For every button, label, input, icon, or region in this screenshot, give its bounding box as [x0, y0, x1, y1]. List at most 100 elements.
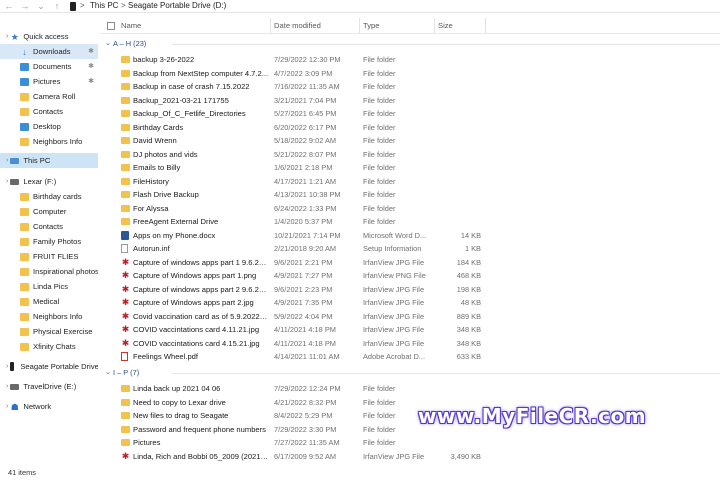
column-date-modified[interactable]: Date modified: [274, 18, 321, 34]
file-row[interactable]: Feelings Wheel.pdf 4/14/2021 11:01 AM Adob…: [100, 350, 720, 364]
file-type: File folder: [363, 122, 396, 132]
file-row[interactable]: Birthday Cards 6/20/2022 6:17 PM File fold…: [100, 121, 720, 135]
sidebar-item-traveldrive[interactable]: › TravelDrive (E:): [0, 379, 98, 394]
file-row[interactable]: FileHistory 4/17/2021 1:21 AM File folder: [100, 175, 720, 189]
file-row[interactable]: David Wrenn 5/18/2022 9:02 AM File folder: [100, 134, 720, 148]
pin-icon[interactable]: ✱: [88, 62, 94, 70]
sidebar-item-seagate[interactable]: › Seagate Portable Drive: [0, 359, 98, 374]
file-type: Setup Information: [363, 244, 422, 253]
file-row[interactable]: Backup in case of crash 7.15.2022 7/16/20…: [100, 80, 720, 94]
recent-locations-chevron-icon[interactable]: ⌄: [34, 0, 48, 13]
file-row[interactable]: Autorun.inf 2/21/2018 9:20 AM Setup Inform…: [100, 242, 720, 256]
sidebar-item-this-pc[interactable]: › This PC: [0, 153, 98, 168]
collapse-chevron-icon[interactable]: ⌄: [105, 367, 111, 379]
sidebar-item-quick-access[interactable]: › ★ Quick access: [0, 29, 98, 44]
file-row[interactable]: ✱ COVID vaccintations card 4.11.21.jpg 4/1…: [100, 323, 720, 337]
up-arrow-icon[interactable]: ↑: [50, 0, 64, 13]
file-date-modified: 4/14/2021 11:01 AM: [274, 352, 340, 361]
sidebar-item-lexar-folder[interactable]: Computer: [0, 204, 98, 219]
column-divider[interactable]: [359, 18, 360, 34]
file-name: COVID vaccintations card 4.15.21.jpg: [133, 338, 260, 348]
group-header-i-p[interactable]: ⌄ I – P (7): [100, 367, 720, 379]
file-row[interactable]: Emails to Billy 1/6/2021 2:18 PM File fold…: [100, 161, 720, 175]
expand-caret-icon[interactable]: ›: [6, 383, 8, 390]
file-type: File folder: [363, 384, 396, 393]
expand-caret-icon[interactable]: ›: [6, 178, 8, 185]
sidebar-item-contacts[interactable]: Contacts: [0, 104, 98, 119]
breadcrumb-current-drive[interactable]: Seagate Portable Drive (D:): [128, 0, 226, 12]
column-name[interactable]: Name: [121, 18, 141, 34]
column-divider[interactable]: [270, 18, 271, 34]
sidebar-item-neighbors-info[interactable]: Neighbors Info: [0, 134, 98, 149]
sidebar-item-label: TravelDrive (E:): [23, 382, 77, 391]
sidebar-item-camera-roll[interactable]: Camera Roll: [0, 89, 98, 104]
sidebar-item-lexar-folder[interactable]: Physical Exercise: [0, 324, 98, 339]
sidebar-item-documents[interactable]: Documents ✱: [0, 59, 98, 74]
file-row[interactable]: Backup_2021-03-21 171755 3/21/2021 7:04 P…: [100, 94, 720, 108]
file-row[interactable]: ✱ Covid vaccination card as of 5.9.2022.j…: [100, 310, 720, 324]
file-row[interactable]: Backup_Of_C_Fetlife_Directories 5/27/2021…: [100, 107, 720, 121]
back-arrow-icon[interactable]: ←: [2, 0, 16, 13]
file-row[interactable]: For Alyssa 6/24/2022 1:33 PM File folder: [100, 202, 720, 216]
file-row[interactable]: DJ photos and vids 5/21/2022 8:07 PM File …: [100, 148, 720, 162]
file-name: Linda back up 2021 04 06: [133, 384, 221, 393]
file-row[interactable]: Pictures 7/27/2022 11:35 AM File folder: [100, 436, 720, 450]
file-date-modified: 9/6/2021 2:21 PM: [274, 257, 333, 267]
sidebar-item-desktop[interactable]: Desktop: [0, 119, 98, 134]
file-name: Pictures: [133, 438, 161, 447]
group-header-a-h[interactable]: ⌄ A – H (23): [100, 38, 720, 50]
file-row[interactable]: backup 3-26-2022 7/29/2022 12:30 PM File f…: [100, 53, 720, 67]
sidebar-item-lexar-folder[interactable]: Xfinity Chats: [0, 339, 98, 354]
forward-arrow-icon[interactable]: →: [18, 0, 32, 13]
file-row[interactable]: ✱ Capture of windows apps part 2 9.6.20..…: [100, 283, 720, 297]
expand-caret-icon[interactable]: ›: [6, 33, 8, 40]
file-row[interactable]: ✱ Linda, Rich and Bobbi 05_2009 (2021_...…: [100, 450, 720, 464]
sidebar-item-lexar-folder[interactable]: FRUIT FLIES: [0, 249, 98, 264]
sidebar-item-lexar-folder[interactable]: Family Photos: [0, 234, 98, 249]
sidebar-item-lexar-folder[interactable]: Contacts: [0, 219, 98, 234]
sidebar-item-network[interactable]: › ☗ Network: [0, 399, 98, 414]
file-row[interactable]: Backup from NextStep computer 4.7.2... 4/…: [100, 67, 720, 81]
column-size[interactable]: Size: [438, 18, 453, 34]
expand-caret-icon[interactable]: ›: [6, 403, 8, 410]
file-date-modified: 4/17/2021 1:21 AM: [274, 176, 337, 186]
folder-icon: [121, 385, 130, 392]
column-type[interactable]: Type: [363, 18, 379, 34]
file-row[interactable]: ✱ Capture of windows apps part 1 9.6.20..…: [100, 256, 720, 270]
file-row[interactable]: Linda back up 2021 04 06 7/29/2022 12:24 …: [100, 382, 720, 396]
sidebar-item-lexar-folder[interactable]: Linda Pics: [0, 279, 98, 294]
sidebar-item-lexar-folder[interactable]: Birthday cards: [0, 189, 98, 204]
file-row[interactable]: Apps on my Phone.docx 10/21/2021 7:14 PM M…: [100, 229, 720, 243]
sidebar-item-lexar-folder[interactable]: Medical: [0, 294, 98, 309]
sidebar-item-label: Desktop: [33, 122, 61, 131]
sidebar-item-lexar-folder[interactable]: Neighbors Info: [0, 309, 98, 324]
collapse-chevron-icon[interactable]: ⌄: [105, 38, 111, 50]
file-row[interactable]: ✱ Capture of Windows apps part 1.png 4/9/2…: [100, 269, 720, 283]
pin-icon[interactable]: ✱: [88, 77, 94, 85]
file-row[interactable]: ✱ COVID vaccintations card 4.15.21.jpg 4/1…: [100, 337, 720, 351]
file-type: IrfanView JPG File: [363, 257, 425, 267]
file-type: File folder: [363, 95, 396, 105]
select-all-checkbox[interactable]: [107, 22, 115, 30]
sidebar-item-downloads[interactable]: ↓ Downloads ✱: [0, 44, 98, 59]
column-divider[interactable]: [485, 18, 486, 34]
expand-caret-icon[interactable]: ›: [6, 157, 8, 164]
file-row[interactable]: Flash Drive Backup 4/13/2021 10:38 PM File…: [100, 188, 720, 202]
image-file-icon: ✱: [121, 310, 130, 321]
documents-icon: [20, 62, 29, 71]
folder-icon: [121, 123, 130, 131]
pin-icon[interactable]: ✱: [88, 47, 94, 55]
sidebar-item-label: Linda Pics: [33, 282, 69, 291]
folder-icon: [121, 83, 130, 90]
column-divider[interactable]: [434, 18, 435, 34]
file-type: File folder: [363, 149, 396, 159]
file-name: Need to copy to Lexar drive: [133, 397, 226, 407]
file-type: IrfanView PNG File: [363, 271, 426, 280]
breadcrumb-this-pc[interactable]: This PC: [90, 0, 118, 12]
file-row[interactable]: ✱ Capture of Windows apps part 2.jpg 4/9/2…: [100, 296, 720, 310]
sidebar-item-lexar[interactable]: › Lexar (F:): [0, 174, 98, 189]
sidebar-item-lexar-folder[interactable]: Inspirational photos: [0, 264, 98, 279]
file-row[interactable]: FreeAgent External Drive 1/4/2020 5:37 PM…: [100, 215, 720, 229]
sidebar-item-pictures[interactable]: Pictures ✱: [0, 74, 98, 89]
expand-caret-icon[interactable]: ›: [6, 363, 8, 370]
